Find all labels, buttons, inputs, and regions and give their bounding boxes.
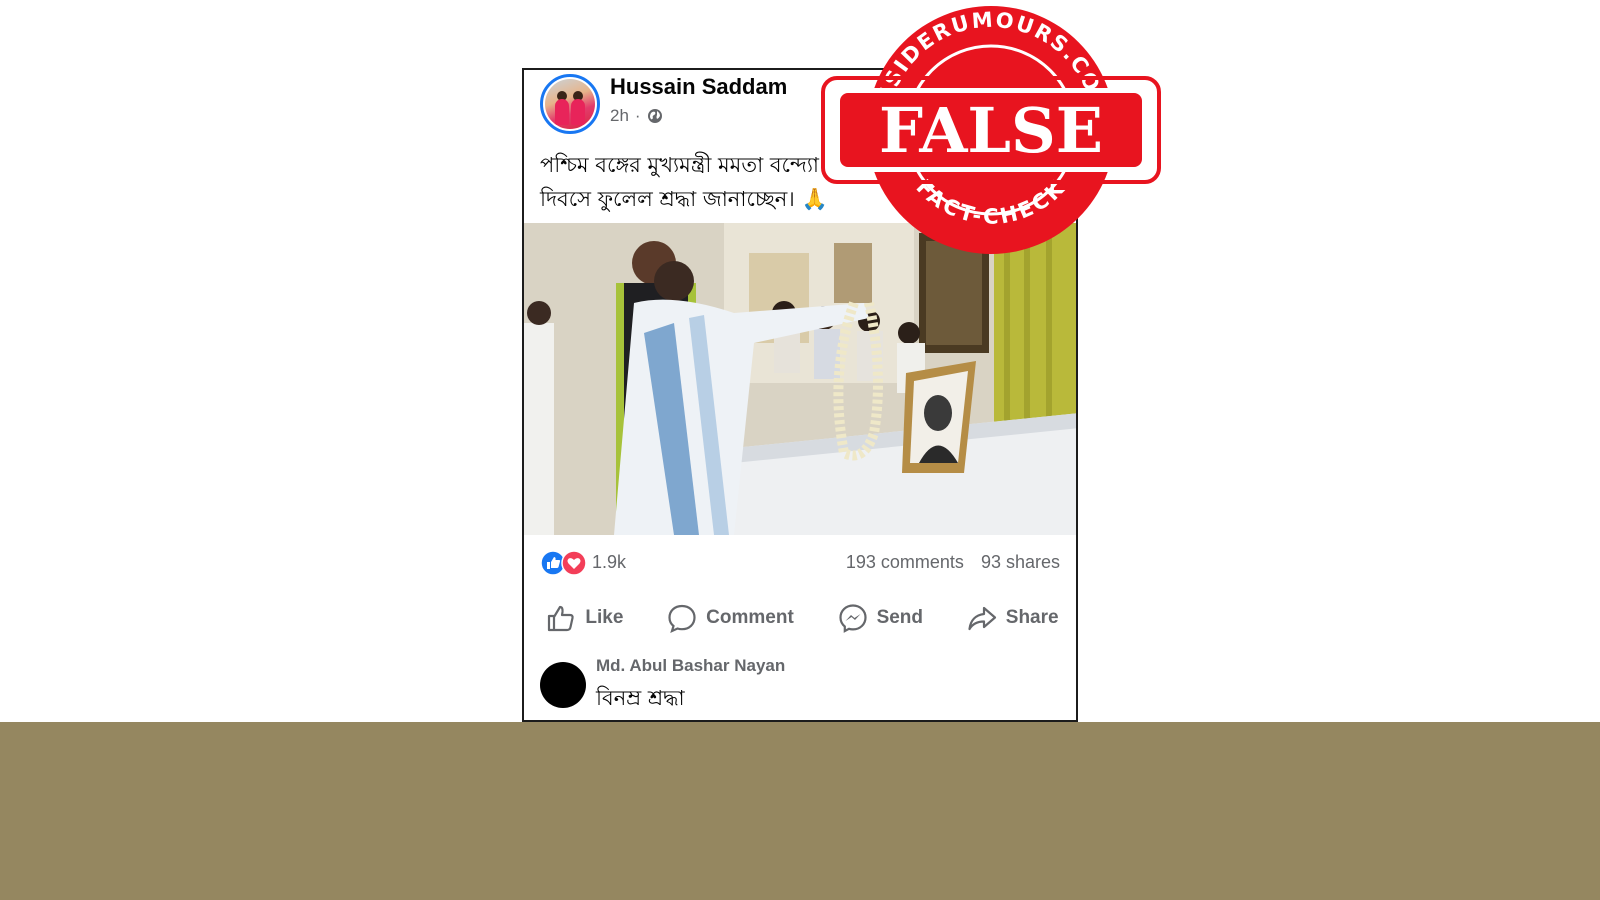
meta-separator: ·: [634, 106, 641, 125]
comments-count[interactable]: 193 comments: [846, 552, 964, 572]
messenger-icon: [838, 604, 867, 633]
send-button[interactable]: Send: [829, 596, 931, 640]
commenter-avatar[interactable]: [540, 662, 586, 708]
comment-label: Comment: [706, 607, 794, 628]
globe-icon: [647, 109, 662, 123]
thumbs-up-icon: [548, 605, 575, 632]
false-fact-check-stamp: INSIDERUMOURS.COM FACT-CHECK FALSE: [821, 6, 1161, 254]
avatar-photo: [545, 79, 595, 129]
comment-author[interactable]: Md. Abul Bashar Nayan: [596, 656, 785, 676]
send-label: Send: [876, 607, 924, 628]
reactions-row: 1.9k 193 comments 93 shares: [540, 548, 1060, 578]
post-meta: 2h ·: [610, 106, 663, 126]
like-button[interactable]: Like: [537, 596, 631, 640]
share-button[interactable]: Share: [958, 596, 1067, 640]
like-label: Like: [585, 607, 624, 628]
share-arrow-icon: [968, 606, 996, 631]
shares-count[interactable]: 93 shares: [981, 552, 1060, 572]
photo-scene: [524, 223, 1076, 535]
stamp-main-text: FALSE: [879, 94, 1103, 167]
post-stats: 193 comments 93 shares: [846, 552, 1060, 573]
post-photo[interactable]: [524, 223, 1076, 535]
share-label: Share: [1005, 607, 1059, 628]
comment-item: Md. Abul Bashar Nayan বিনম্র শ্রদ্ধা: [540, 654, 1060, 720]
reaction-count[interactable]: 1.9k: [592, 552, 626, 573]
love-icon: [561, 550, 587, 576]
author-name[interactable]: Hussain Saddam: [610, 74, 787, 100]
comment-text: বিনম্র শ্রদ্ধা: [596, 686, 685, 710]
comment-bubble-icon: [668, 604, 696, 634]
background-band: [0, 722, 1600, 900]
comment-button[interactable]: Comment: [658, 596, 802, 640]
reaction-icons[interactable]: [540, 550, 588, 576]
author-avatar[interactable]: [540, 74, 600, 134]
action-bar: Like Comment Send Share: [524, 590, 1076, 646]
post-time[interactable]: 2h: [610, 106, 629, 126]
